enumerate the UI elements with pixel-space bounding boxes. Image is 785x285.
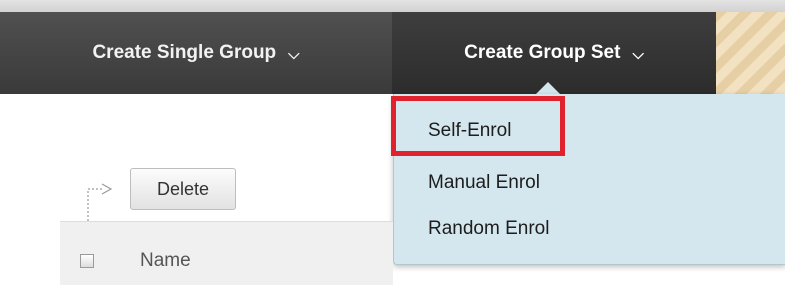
delete-button[interactable]: Delete <box>130 168 236 210</box>
table-header-row <box>60 221 393 285</box>
create-group-set-label: Create Group Set <box>464 42 621 63</box>
menu-item-self-enrol[interactable]: Self-Enrol <box>428 120 511 142</box>
create-single-group-button[interactable]: Create Single Group ⌵ <box>0 12 392 94</box>
top-strip <box>0 0 785 12</box>
connector-arrow-icon <box>87 183 113 225</box>
menu-item-random-enrol[interactable]: Random Enrol <box>428 218 549 240</box>
create-single-group-label: Create Single Group <box>92 42 277 63</box>
select-all-checkbox[interactable] <box>80 254 94 268</box>
decorative-stripes <box>716 12 785 94</box>
chevron-down-icon: ⌵ <box>632 45 644 63</box>
menu-item-manual-enrol[interactable]: Manual Enrol <box>428 172 540 194</box>
chevron-down-icon: ⌵ <box>288 45 300 63</box>
group-set-dropdown: Self-Enrol Manual Enrol Random Enrol <box>393 94 785 265</box>
menu-caret <box>536 82 560 94</box>
column-header-name[interactable]: Name <box>140 250 191 272</box>
